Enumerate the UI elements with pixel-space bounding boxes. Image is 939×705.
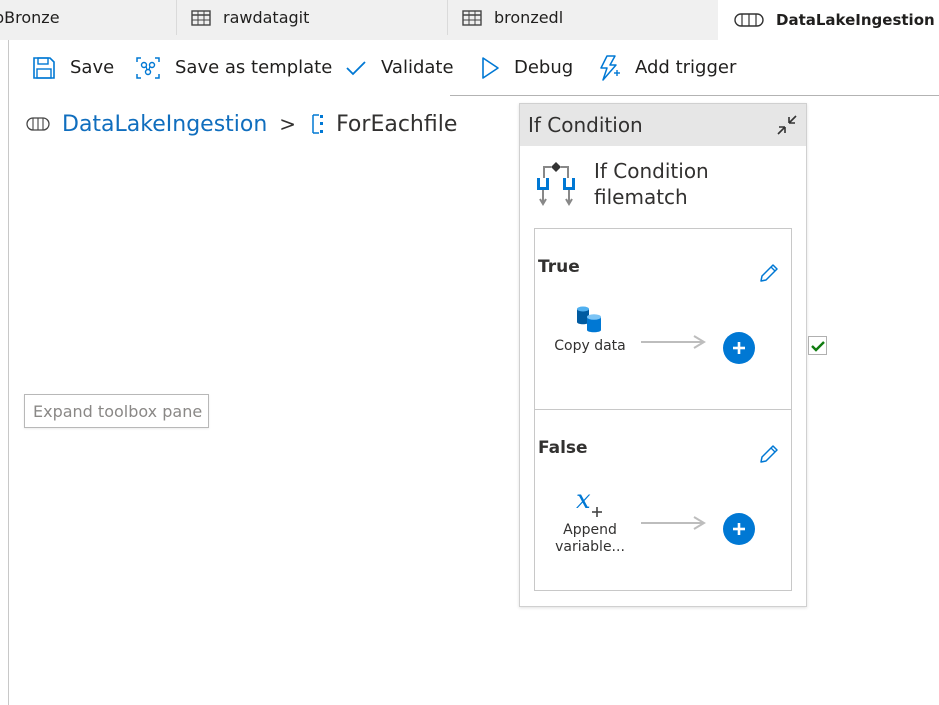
if-condition-icon <box>532 160 580 208</box>
save-label: Save <box>70 57 115 78</box>
pipeline-icon <box>26 116 50 132</box>
activity-type-label: If Condition <box>594 159 709 183</box>
append-variable-label-line1: Append <box>563 522 617 538</box>
table-icon <box>462 9 482 26</box>
false-branch-label: False <box>538 438 588 458</box>
true-branch: True Copy data <box>534 228 792 410</box>
validate-button[interactable]: Validate <box>345 40 454 95</box>
tab-label: bronzedl <box>494 8 564 27</box>
if-condition-header: If Condition <box>520 104 806 146</box>
collapse-arrows-icon <box>775 113 799 137</box>
edit-false-branch-button[interactable] <box>757 442 781 466</box>
lightning-icon <box>597 54 621 81</box>
copy-data-activity[interactable]: Copy data <box>545 304 635 355</box>
append-variable-icon: x <box>572 486 608 518</box>
expand-toolbox-button[interactable]: Expand toolbox pane <box>24 394 209 428</box>
check-icon <box>810 340 825 352</box>
save-icon <box>32 56 56 80</box>
save-as-template-label: Save as template <box>175 57 333 78</box>
tab-label: pBronze <box>0 8 60 27</box>
tab-label: rawdatagit <box>223 8 310 27</box>
validate-label: Validate <box>381 57 454 78</box>
svg-text:x: x <box>576 486 591 515</box>
edit-true-branch-button[interactable] <box>757 261 781 285</box>
checkmark-icon <box>345 59 367 77</box>
if-condition-activity[interactable]: If Condition filematch <box>532 158 709 210</box>
tab-label: DataLakeIngestion <box>776 11 935 29</box>
play-icon <box>480 56 500 80</box>
breadcrumb-separator: > <box>279 112 297 136</box>
copy-data-icon <box>575 304 605 334</box>
breadcrumb-pipeline-link[interactable]: DataLakeIngestion <box>62 112 267 137</box>
if-condition-header-title: If Condition <box>528 113 643 137</box>
debug-label: Debug <box>514 57 574 78</box>
breadcrumb: DataLakeIngestion > ForEachfile <box>26 108 457 140</box>
debug-button[interactable]: Debug <box>480 40 573 95</box>
breadcrumb-current: ForEachfile <box>336 111 458 137</box>
add-trigger-label: Add trigger <box>635 57 737 78</box>
foreach-icon <box>310 113 326 135</box>
tab-pbronze[interactable]: pBronze <box>0 0 176 35</box>
tab-rawdatagit[interactable]: rawdatagit <box>176 0 447 35</box>
if-condition-container: If Condition If Condition filematch True <box>519 103 807 607</box>
append-variable-label: Append variable... <box>555 522 625 556</box>
arrow-right-icon <box>641 335 706 349</box>
save-as-template-button[interactable]: Save as template <box>135 40 332 95</box>
add-trigger-button[interactable]: Add trigger <box>597 40 736 95</box>
tab-datalakeingestion[interactable]: DataLakeIngestion <box>718 0 939 40</box>
append-variable-label-line2: variable... <box>555 539 625 555</box>
tab-strip: pBronze rawdatagit bronzedl DataLakeInge… <box>0 0 939 40</box>
toolbar-divider <box>450 95 939 96</box>
true-branch-label: True <box>538 257 580 277</box>
plus-icon <box>732 341 746 355</box>
collapse-button[interactable] <box>772 110 802 140</box>
table-icon <box>191 9 211 26</box>
copy-data-label: Copy data <box>554 338 626 354</box>
append-variable-activity[interactable]: x Append variable... <box>545 486 635 556</box>
arrow-right-icon <box>641 516 706 530</box>
save-button[interactable]: Save <box>32 40 114 95</box>
left-gutter <box>0 40 9 705</box>
pencil-icon <box>758 443 780 465</box>
if-condition-names: If Condition filematch <box>594 158 709 210</box>
pencil-icon <box>758 262 780 284</box>
add-activity-button[interactable] <box>723 513 755 545</box>
toolbar: Save Save as template Validate Debug Add… <box>10 40 939 96</box>
plus-icon <box>732 522 746 536</box>
false-branch: False x Append variable... <box>534 409 792 591</box>
tab-bronzedl[interactable]: bronzedl <box>447 0 718 35</box>
activity-name-label: filematch <box>594 185 688 209</box>
success-output-handle[interactable] <box>808 336 827 355</box>
template-icon <box>135 56 161 80</box>
add-activity-button[interactable] <box>723 332 755 364</box>
pipeline-icon <box>734 11 764 29</box>
